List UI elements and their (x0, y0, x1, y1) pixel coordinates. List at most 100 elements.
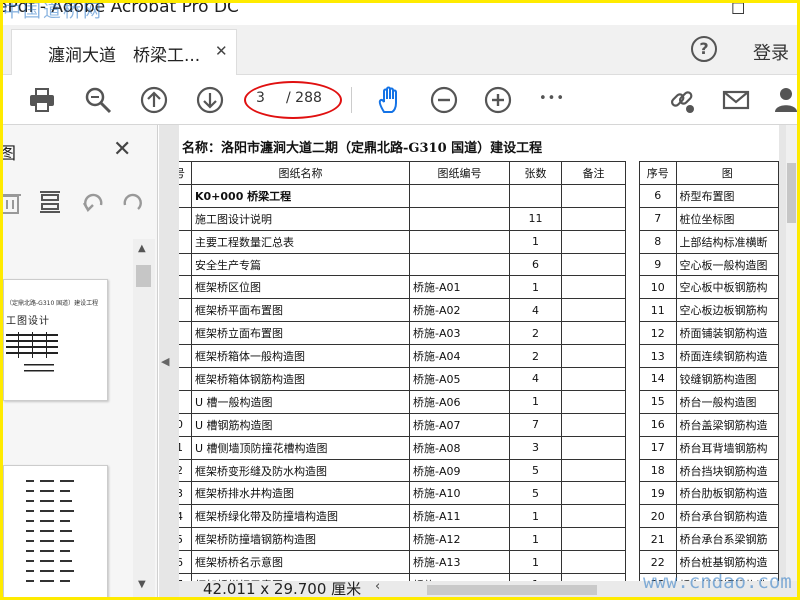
thumbnail-scrollbar[interactable]: ▲ ▼ (133, 239, 155, 597)
page-thumbnail-1[interactable]: （定鼎北路-G310 国道）建设工程 工图设计 (3, 279, 108, 401)
table-cell (409, 206, 510, 231)
mail-icon[interactable] (721, 85, 751, 115)
table-cell (561, 275, 626, 300)
table-cell: 桥台肋板钢筋构造 (675, 481, 779, 506)
insert-pages-icon[interactable] (37, 189, 63, 215)
document-tab-label: 瀍涧大道 桥梁工... (48, 46, 201, 66)
table-cell: 框架桥防撞墙钢筋构造图 (191, 527, 410, 552)
scrollbar-thumb[interactable] (136, 265, 151, 287)
table-cell: 1 (509, 389, 562, 414)
table-cell: 11 (639, 298, 677, 323)
table-cell: 3 (179, 481, 192, 506)
table-cell: 桥施-A09 (409, 458, 510, 483)
table-cell (179, 206, 192, 231)
table-cell: 9 (639, 252, 677, 277)
table-cell: 桥施-A08 (409, 435, 510, 460)
table-cell: 20 (639, 504, 677, 529)
user-icon[interactable] (773, 85, 797, 115)
table-cell (561, 550, 626, 575)
pane-title: 图 (3, 144, 16, 164)
scroll-left-icon[interactable]: ‹ (375, 579, 380, 594)
page-up-icon[interactable] (139, 85, 169, 115)
table-row: 18 桥台挡块钢筋构造 (639, 458, 779, 483)
table-header-cell: 号 (179, 161, 192, 185)
table-cell (179, 367, 192, 391)
horizontal-scrollbar-thumb[interactable] (427, 585, 597, 595)
table-cell: 2 (509, 321, 562, 346)
collapse-pane-icon[interactable]: ◀ (161, 355, 169, 368)
rotate-right-icon[interactable] (119, 189, 145, 215)
table-cell: 空心板边板钢筋构 (675, 298, 779, 323)
table-cell (561, 458, 626, 483)
zoom-icon[interactable] (83, 85, 113, 115)
table-cell (409, 229, 510, 254)
scrollbar-thumb[interactable] (787, 163, 796, 223)
table-header-cell: 图纸编号 (409, 161, 510, 185)
table-cell: 19 (639, 481, 677, 506)
page-down-icon[interactable] (195, 85, 225, 115)
page-navigation: / 288 (244, 81, 342, 119)
table-cell: 安全生产专篇 (191, 252, 410, 277)
current-page-input[interactable] (256, 90, 276, 106)
table-row: 框架桥箱体一般构造图 桥施-A04 2 (179, 344, 626, 369)
table-cell: U 槽一般构造图 (191, 389, 410, 414)
document-view[interactable]: 名称：洛阳市瀍涧大道二期（定鼎北路-G310 国道）建设工程 号 图纸名称 图纸… (159, 125, 797, 597)
table-cell: 18 (639, 458, 677, 483)
table-header-cell: 图 (675, 161, 779, 185)
table-cell: 框架桥立面布置图 (191, 321, 410, 346)
document-vertical-scrollbar[interactable] (786, 125, 797, 581)
more-icon[interactable]: ••• (539, 91, 569, 121)
help-icon[interactable]: ? (691, 36, 717, 62)
scroll-down-icon[interactable]: ▼ (138, 579, 146, 590)
document-tab[interactable]: 瀍涧大道 桥梁工... ✕ (11, 29, 237, 75)
print-icon[interactable] (27, 85, 57, 115)
table-cell: 铰缝钢筋构造图 (675, 367, 779, 391)
title-bar: ePdf - Adobe Acrobat Pro DC 中国道桥网 ☐ (3, 3, 797, 25)
maximize-icon[interactable]: ☐ (731, 3, 745, 18)
rotate-left-icon[interactable] (81, 189, 107, 215)
table-cell: 框架桥平面布置图 (191, 298, 410, 323)
table-row: 19 桥台肋板钢筋构造 (639, 481, 779, 506)
table-cell: 14 (639, 367, 677, 391)
table-cell: 桩位坐标图 (675, 206, 779, 231)
table-row: 14 铰缝钢筋构造图 (639, 367, 779, 391)
login-link[interactable]: 登录 (753, 39, 789, 65)
close-pane-icon[interactable]: ✕ (113, 137, 131, 162)
table-cell: 桥施-A07 (409, 412, 510, 437)
table-row: K0+000 桥梁工程 (179, 183, 626, 208)
table-header-cell: 图纸名称 (191, 161, 410, 185)
table-cell: 10 (639, 275, 677, 300)
scroll-up-icon[interactable]: ▲ (138, 243, 146, 254)
delete-icon[interactable] (3, 189, 23, 215)
table-cell: 桥施-A10 (409, 481, 510, 506)
table-cell (409, 252, 510, 277)
table-cell: U 槽钢筋构造图 (191, 412, 410, 437)
table-cell: 12 (639, 321, 677, 346)
table-cell (179, 275, 192, 300)
table-body: 6 桥型布置图 7 桩位坐标图 8 上部结构标准横断 9 空心板一般构造图 10 空心板中板钢筋构… (639, 183, 779, 590)
table-cell: 5 (509, 458, 562, 483)
table-row: 1U 槽侧墙顶防撞花槽构造图桥施-A083 (179, 435, 626, 460)
zoom-out-icon[interactable] (429, 85, 459, 115)
table-row: 13 桥面连续钢筋构造 (639, 344, 779, 369)
close-tab-icon[interactable]: ✕ (215, 42, 228, 60)
hand-icon[interactable] (375, 85, 405, 115)
table-cell: 13 (639, 344, 677, 369)
table-cell (561, 206, 626, 231)
page-thumbnail-2[interactable] (3, 465, 108, 597)
table-cell (561, 389, 626, 414)
page-size-readout: 42.011 x 29.700 厘米 (203, 580, 362, 597)
table-cell: 桥台盖梁钢筋构造 (675, 412, 779, 437)
share-link-icon[interactable] (667, 85, 697, 115)
table-row: 主要工程数量汇总表 1 (179, 229, 626, 254)
table-cell (179, 252, 192, 277)
table-cell: 11 (509, 206, 562, 231)
table-row: 8 上部结构标准横断 (639, 229, 779, 254)
zoom-in-icon[interactable] (483, 85, 513, 115)
table-row: 框架桥立面布置图 桥施-A03 2 (179, 321, 626, 346)
table-cell: 框架桥箱体一般构造图 (191, 344, 410, 369)
thumbnail-list: （定鼎北路-G310 国道）建设工程 工图设计 1 (3, 239, 133, 597)
table-cell: 7 (509, 412, 562, 437)
thumbnail-line: （定鼎北路-G310 国道）建设工程 (6, 300, 99, 307)
table-row: 20 桥台承台钢筋构造 (639, 504, 779, 529)
